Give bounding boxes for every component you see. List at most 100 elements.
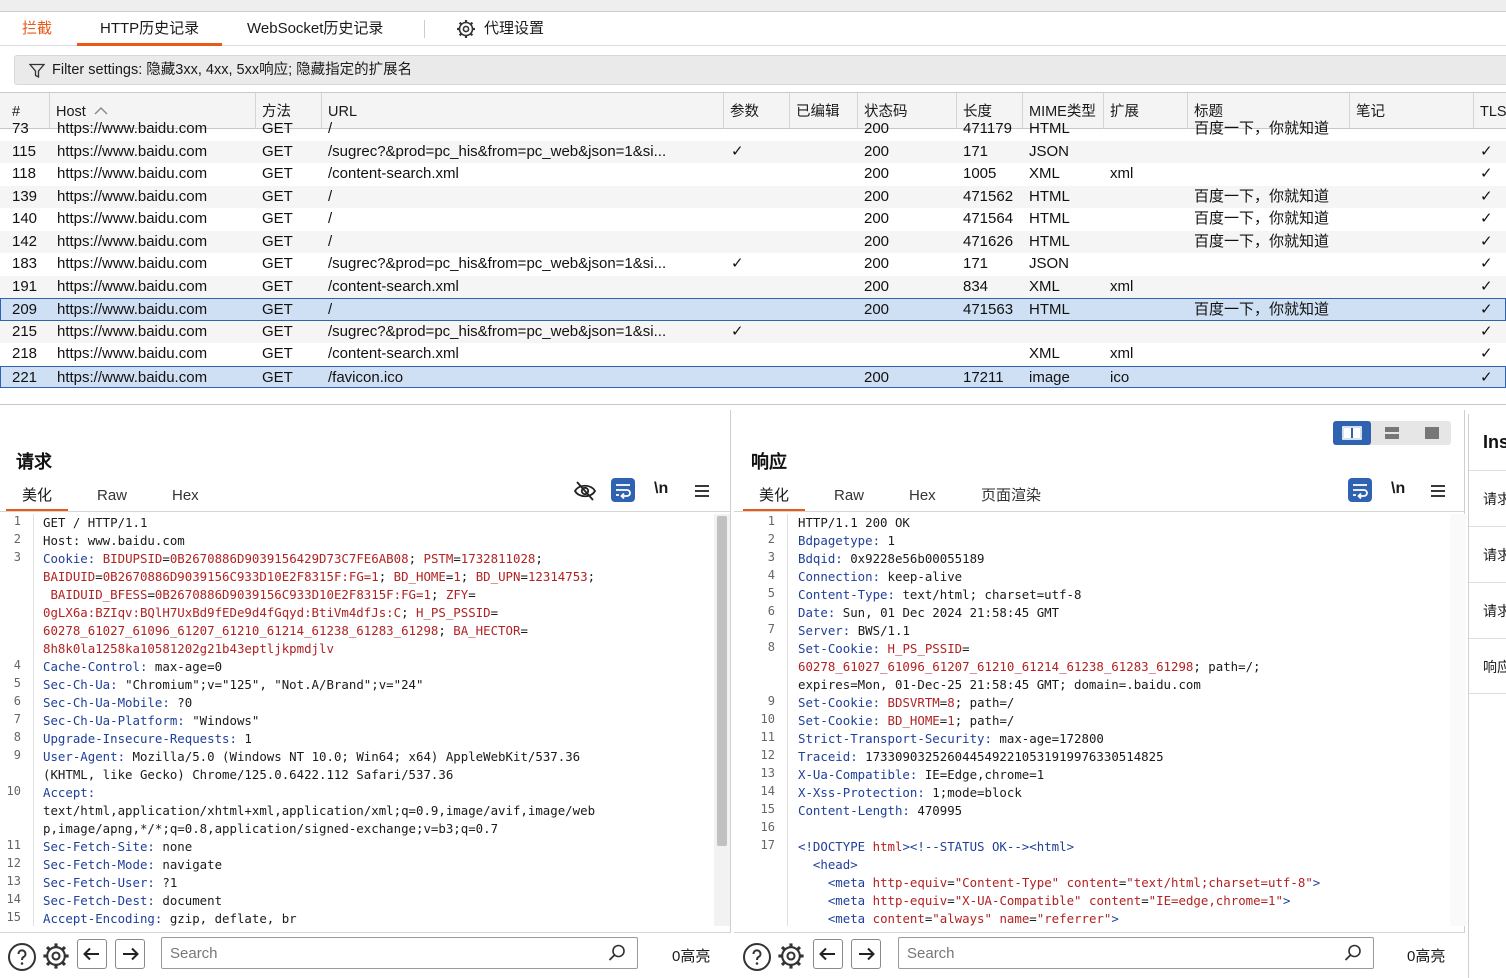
code-token: 470995: [917, 803, 963, 818]
line-number: 8: [767, 640, 775, 654]
code-token: ?1: [162, 875, 178, 890]
response-editor[interactable]: 1 2 3 4 5 6 7 8 9 10 11 12 13 14 15 16 17 HTTP/1.1 200 O…: [754, 514, 1450, 926]
response-help-button[interactable]: [743, 943, 771, 971]
response-search-box[interactable]: [898, 937, 1374, 969]
code-token: =: [147, 587, 155, 602]
code-token: 8: [947, 695, 955, 710]
response-tab-render[interactable]: 页面渲染: [981, 486, 1041, 512]
cell-title: 百度一下，你就知道: [1194, 232, 1330, 250]
inspector-item-label: 响应: [1483, 659, 1506, 675]
request-settings-button[interactable]: [42, 942, 70, 974]
cell-host: https://www.baidu.com: [57, 368, 208, 386]
line-number: 1: [13, 514, 21, 528]
table-row[interactable]: 183 https://www.baidu.com GET/sugrec?&prod…: [0, 253, 1506, 276]
code-line: <!DOCTYPE html><!--STATUS OK--><html>: [798, 838, 1074, 856]
response-word-wrap-button[interactable]: [1348, 478, 1372, 502]
cell-host: https://www.baidu.com: [57, 232, 208, 250]
cell-tls: ✓: [1480, 165, 1493, 182]
cell-tls: ✓: [1480, 187, 1493, 205]
table-row[interactable]: 118 https://www.baidu.com GET/content-sear…: [0, 163, 1506, 186]
table-row[interactable]: 115 https://www.baidu.com GET/sugrec?&prod…: [0, 140, 1506, 163]
response-tab-hex[interactable]: Hex: [909, 486, 936, 512]
show-newlines-button[interactable]: \n: [654, 480, 668, 498]
cell-mime: XML: [1029, 345, 1060, 362]
code-line: Content-Length: 470995: [798, 802, 962, 820]
response-tab-pretty[interactable]: 美化: [742, 486, 806, 512]
inspector-item-request-2[interactable]: 请求: [1469, 526, 1506, 582]
table-row[interactable]: 139 https://www.baidu.com GET / 200 471562 HTM…: [0, 185, 1506, 208]
cell-title: 百度一下，你就知道: [1194, 301, 1330, 318]
tab-intercept[interactable]: 拦截: [22, 12, 52, 46]
tab-http-history[interactable]: HTTP历史记录: [76, 12, 223, 46]
request-tab-raw[interactable]: Raw: [97, 486, 127, 512]
request-search-box[interactable]: [161, 937, 638, 969]
cell-url: /favicon.ico: [328, 368, 404, 386]
layout-stacked-button[interactable]: [1373, 421, 1411, 445]
cell-num: 73: [12, 120, 29, 137]
tab-proxy-settings[interactable]: 代理设置: [456, 12, 544, 46]
cell-method: GET: [262, 165, 293, 182]
cell-length: 471179: [963, 120, 1012, 137]
response-settings-button[interactable]: [777, 942, 805, 974]
request-help-button[interactable]: [8, 943, 36, 971]
code-token: ;: [438, 623, 454, 638]
cell-num: 215: [12, 322, 38, 340]
request-scrollbar[interactable]: [714, 514, 730, 926]
word-wrap-button[interactable]: [611, 478, 635, 502]
code-line: Connection: keep-alive: [798, 568, 962, 586]
search-icon[interactable]: [1343, 943, 1363, 963]
request-tab-hex[interactable]: Hex: [172, 486, 199, 512]
response-next-match-button[interactable]: [851, 939, 881, 969]
inspector-item-label: 请求: [1483, 547, 1506, 563]
code-line: 8h8k0la1258ka10581202g21b43eptljkpmdjlv: [43, 640, 334, 658]
code-line: <meta http-equiv="X-UA-Compatible" conte…: [798, 892, 1291, 910]
tab-websocket-history[interactable]: WebSocket历史记录: [247, 12, 383, 46]
response-menu-button[interactable]: [1426, 479, 1450, 503]
request-menu-button[interactable]: [690, 479, 714, 503]
table-row[interactable]: 218 https://www.baidu.com GET/content-sear…: [0, 343, 1506, 366]
table-row[interactable]: 215 https://www.baidu.com GET/sugrec?&prod…: [0, 320, 1506, 343]
request-tab-divider: [0, 511, 730, 512]
layout-side-by-side-button[interactable]: [1333, 421, 1371, 445]
request-scrollbar-thumb[interactable]: [717, 516, 727, 846]
request-prev-match-button[interactable]: [77, 939, 107, 969]
search-icon[interactable]: [607, 943, 627, 963]
request-tab-pretty[interactable]: 美化: [5, 486, 69, 512]
code-line: <meta http-equiv="Content-Type" content=…: [798, 874, 1320, 892]
response-search-input[interactable]: [907, 942, 1287, 964]
request-editor[interactable]: 1 2 3 4 5 6 7 8 9 10 11 12 13 14 15 GET / HTTP/1.1 Host…: [0, 514, 714, 926]
table-row[interactable]: 140 https://www.baidu.com GET / 200 471564 HTM…: [0, 208, 1506, 231]
hide-nonprintable-button[interactable]: [573, 479, 597, 503]
table-row[interactable]: 209 https://www.baidu.com GET / 200 471563 HTM…: [0, 298, 1506, 321]
arrow-left-icon: [819, 947, 835, 961]
code-token: =: [962, 641, 970, 656]
filter-settings-bar[interactable]: Filter settings: 隐藏3xx, 4xx, 5xx响应; 隐藏指定…: [14, 55, 1506, 85]
code-token: Accept-Encoding:: [43, 911, 170, 926]
code-token: max-age=172800: [999, 731, 1104, 746]
cell-method: GET: [262, 301, 293, 318]
cell-extension: ico: [1110, 368, 1130, 386]
table-row-partial[interactable]: 73 https://www.baidu.com GET / 200 471179 HTML…: [0, 118, 1506, 141]
code-token: ?0: [177, 695, 193, 710]
cell-tls: ✓: [1480, 277, 1493, 295]
table-row[interactable]: 191 https://www.baidu.com GET/content-sear…: [0, 275, 1506, 298]
response-prev-match-button[interactable]: [813, 939, 843, 969]
code-token: content: [1088, 893, 1142, 908]
inspector-item-request-3[interactable]: 请求: [1469, 582, 1506, 638]
request-next-match-button[interactable]: [115, 939, 145, 969]
response-highlight-count: 0高亮: [1407, 948, 1446, 965]
cell-url: /content-search.xml: [328, 345, 459, 362]
layout-tabs-button[interactable]: [1413, 421, 1451, 445]
response-tab-raw[interactable]: Raw: [834, 486, 864, 512]
table-row[interactable]: 142 https://www.baidu.com GET / 200 471626 HTM…: [0, 230, 1506, 253]
main-tab-proxy[interactable]: [172, 0, 248, 11]
code-token: Cookie:: [43, 551, 103, 566]
response-scrollbar[interactable]: [1450, 514, 1466, 926]
inspector-item-request-1[interactable]: 请求: [1469, 470, 1506, 526]
table-row[interactable]: 221 https://www.baidu.com GET/favicon.ico 2…: [0, 365, 1506, 388]
inspector-item-response[interactable]: 响应: [1469, 638, 1506, 694]
cell-num: 140: [12, 210, 38, 227]
response-show-newlines-button[interactable]: \n: [1391, 480, 1405, 498]
request-search-input[interactable]: [170, 942, 550, 964]
code-line: Accept-Encoding: gzip, deflate, br: [43, 910, 297, 926]
